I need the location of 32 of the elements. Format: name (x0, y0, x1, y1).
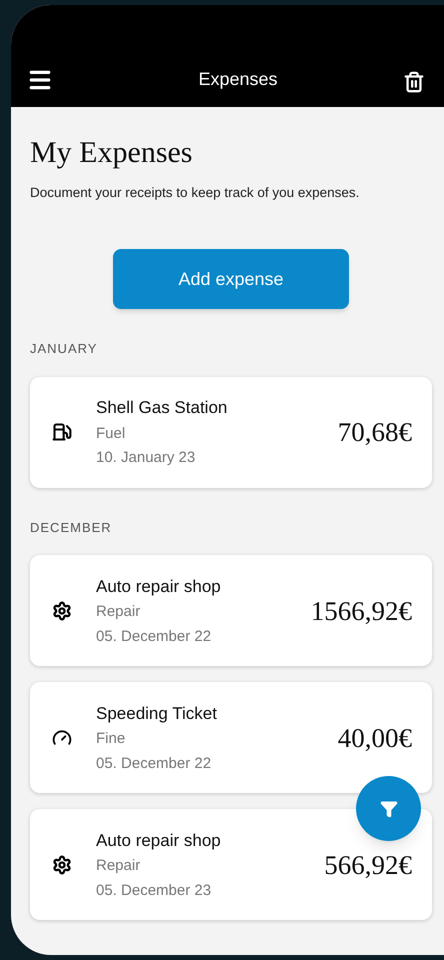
expense-amount: 70,68€ (338, 416, 412, 449)
page-title: My Expenses (30, 135, 194, 171)
expense-category: Fine (96, 729, 126, 749)
gear-icon (52, 854, 72, 875)
expense-category: Repair (96, 856, 142, 876)
expense-name: Auto repair shop (96, 830, 222, 852)
speedometer-icon (52, 728, 72, 748)
expense-date: 05. December 23 (96, 880, 212, 900)
page-description: Document your receipts to keep track of you expenses. (30, 184, 360, 202)
fuel-pump-icon (52, 422, 72, 442)
expense-card[interactable]: Shell Gas Station Fuel 10. January 23 70,68€ (30, 376, 432, 488)
expense-card[interactable]: Speeding Ticket Fine 05. December 22 40,00€ (30, 682, 432, 794)
trash-icon[interactable] (403, 71, 425, 93)
expense-amount: 566,92€ (324, 848, 412, 882)
expense-category: Repair (96, 602, 142, 622)
header-title: Expenses (198, 68, 278, 91)
expense-category: Fuel (96, 424, 126, 444)
expense-card[interactable]: Auto repair shop Repair 05. December 23 566,92€ (30, 809, 432, 920)
add-expense-button[interactable]: Add expense (113, 249, 349, 310)
expense-amount: 40,00€ (338, 722, 412, 754)
month-heading: DECEMBER (30, 518, 113, 537)
expense-amount: 1566,92€ (310, 594, 412, 628)
gear-icon (52, 600, 72, 621)
filter-icon (380, 800, 398, 818)
expense-date: 10. January 23 (96, 448, 196, 468)
expense-date: 05. December 22 (96, 754, 212, 774)
expense-name: Speeding Ticket (96, 702, 218, 724)
expense-name: Shell Gas Station (96, 397, 228, 419)
expense-date: 05. December 22 (96, 626, 212, 646)
expense-name: Auto repair shop (96, 576, 222, 598)
month-heading: JANUARY (30, 340, 98, 358)
expense-card[interactable]: Auto repair shop Repair 05. December 22 1566,92€ (30, 555, 432, 666)
